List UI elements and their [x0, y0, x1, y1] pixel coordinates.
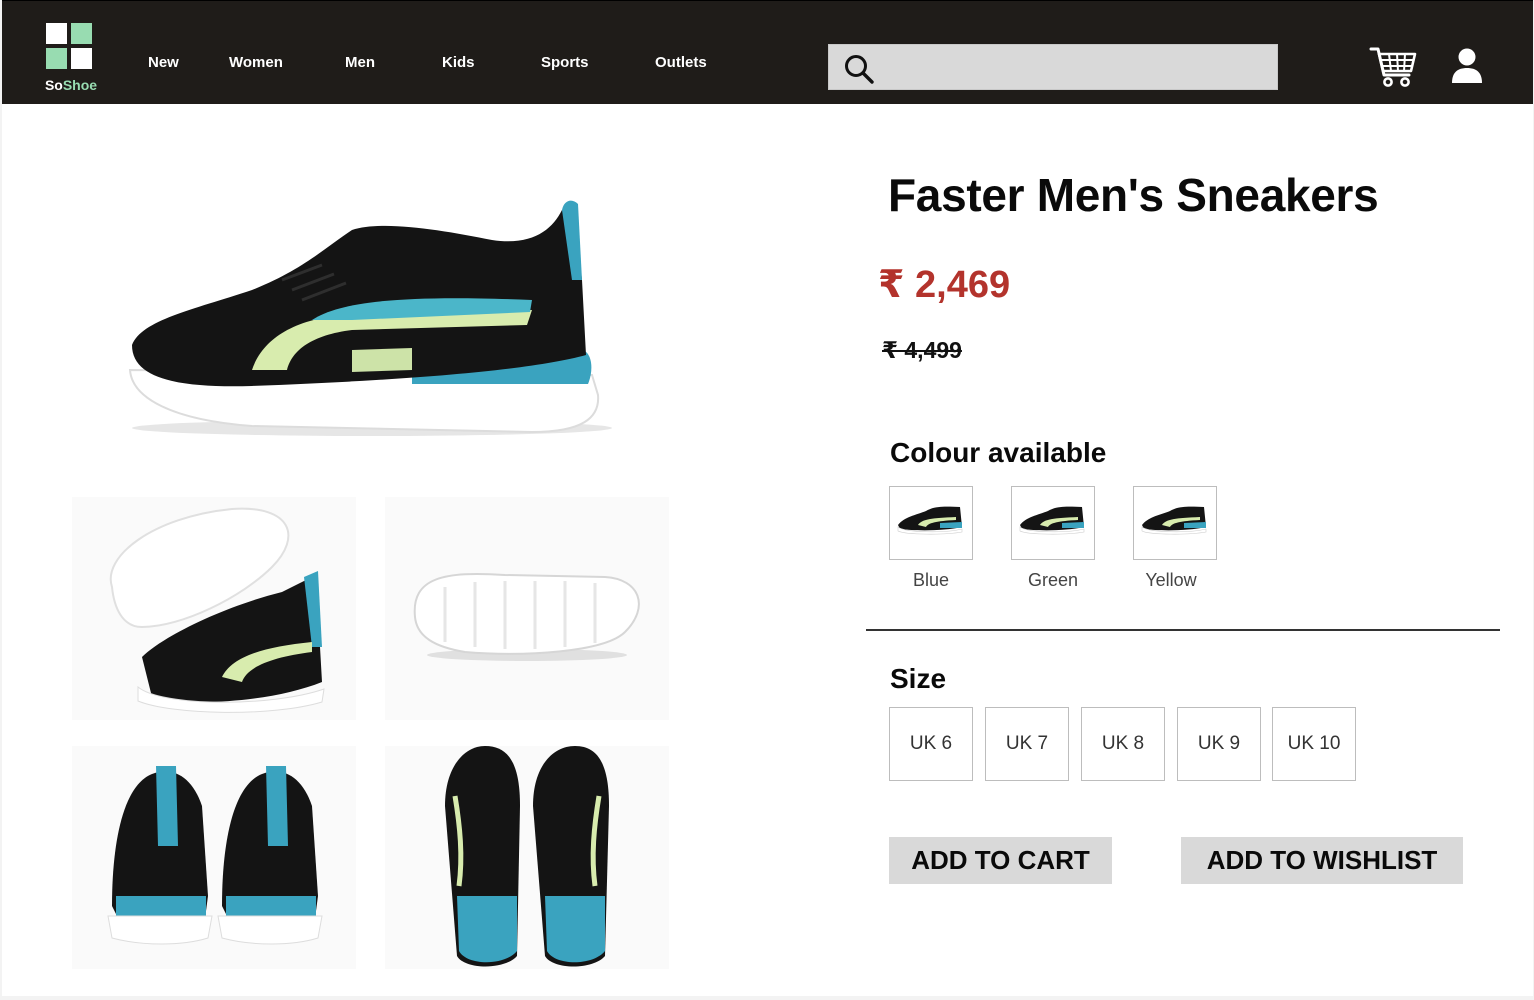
product-original-price: ₹ 4,499	[882, 337, 962, 363]
size-option-uk9[interactable]: UK 9	[1177, 707, 1261, 781]
logo-mark-icon	[46, 23, 94, 71]
search-input[interactable]	[881, 45, 1271, 89]
nav-item-new[interactable]: New	[148, 54, 179, 71]
product-thumbnail-top[interactable]	[385, 746, 669, 969]
shoe-thumbnail-icon	[1019, 506, 1085, 535]
colour-swatch-green[interactable]	[1011, 486, 1095, 560]
colour-label-yellow: Yellow	[1145, 570, 1197, 590]
brand-name-part2: Shoe	[62, 77, 98, 93]
top-navbar: SoShoe New Women Men Kids Sports Outlets	[2, 0, 1533, 104]
product-thumbnail-back[interactable]	[72, 746, 356, 969]
size-option-uk10[interactable]: UK 10	[1272, 707, 1356, 781]
nav-item-sports[interactable]: Sports	[541, 54, 589, 71]
product-thumbnail-side[interactable]	[72, 497, 356, 720]
nav-item-men[interactable]: Men	[345, 54, 375, 71]
add-to-wishlist-button[interactable]: ADD TO WISHLIST	[1181, 837, 1463, 884]
colour-swatch-blue[interactable]	[889, 486, 973, 560]
size-option-uk7[interactable]: UK 7	[985, 707, 1069, 781]
user-icon[interactable]	[1451, 48, 1483, 84]
colour-label-green: Green	[1027, 570, 1079, 590]
colour-heading: Colour available	[890, 437, 1107, 468]
nav-item-outlets[interactable]: Outlets	[655, 54, 707, 71]
colour-label-blue: Blue	[912, 570, 950, 590]
product-page: SoShoe New Women Men Kids Sports Outlets	[2, 0, 1533, 996]
product-price: ₹ 2,469	[878, 264, 1011, 306]
nav-item-women[interactable]: Women	[229, 54, 283, 71]
brand-name-part1: So	[44, 77, 63, 93]
colour-swatch-yellow[interactable]	[1133, 486, 1217, 560]
brand-logo[interactable]: SoShoe	[38, 21, 102, 97]
add-to-cart-button[interactable]: ADD TO CART	[889, 837, 1112, 884]
size-option-uk6[interactable]: UK 6	[889, 707, 973, 781]
product-main-image[interactable]	[112, 170, 622, 460]
product-thumbnail-sole[interactable]	[385, 497, 669, 720]
search-bar	[828, 44, 1278, 90]
product-title: Faster Men's Sneakers	[888, 169, 1379, 221]
shoe-thumbnail-icon	[897, 506, 963, 535]
nav-item-kids[interactable]: Kids	[442, 54, 475, 71]
cart-icon[interactable]	[1369, 45, 1417, 89]
size-option-uk8[interactable]: UK 8	[1081, 707, 1165, 781]
section-divider	[866, 629, 1500, 631]
shoe-thumbnail-icon	[1141, 506, 1207, 535]
search-icon[interactable]	[843, 53, 875, 85]
size-heading: Size	[890, 663, 947, 694]
brand-name: SoShoe	[38, 77, 104, 93]
